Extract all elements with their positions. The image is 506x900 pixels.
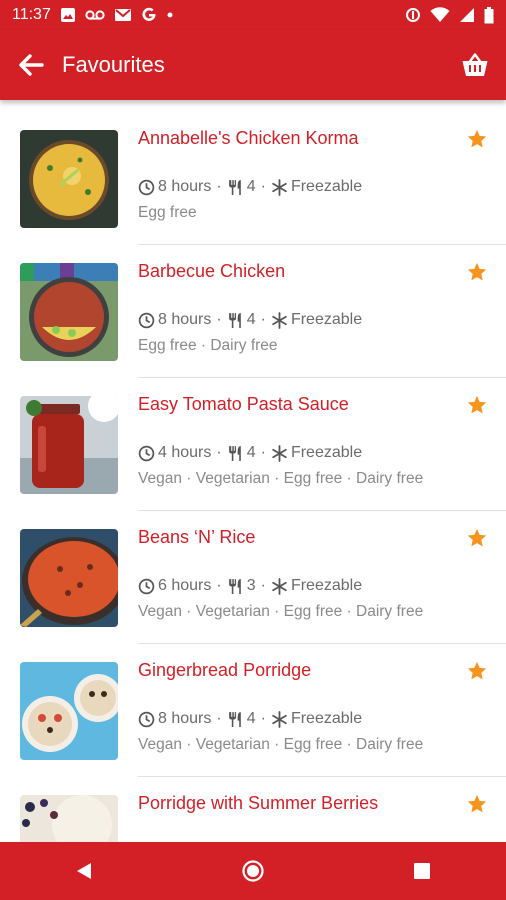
- recipe-item[interactable]: Barbecue Chicken 8 hours · 4 · Freezable…: [0, 245, 506, 378]
- back-triangle-icon: [77, 863, 92, 879]
- diet-tags: Vegan · Vegetarian · Egg free · Dairy fr…: [138, 470, 424, 487]
- serves: 4: [246, 710, 256, 727]
- diet-tags: Egg free · Dairy free: [138, 337, 278, 354]
- meta-separator: ·: [216, 311, 222, 328]
- snowflake-icon: [272, 311, 287, 329]
- recipe-thumbnail: [20, 130, 118, 228]
- freezable-label: Freezable: [290, 311, 363, 328]
- recipe-item[interactable]: Gingerbread Porridge 8 hours · 4 · Freez…: [0, 644, 506, 777]
- diet-tags: Egg free: [138, 204, 197, 221]
- clock-icon: [138, 578, 155, 594]
- recipe-item[interactable]: Easy Tomato Pasta Sauce 4 hours · 4 · Fr…: [0, 378, 506, 511]
- clock-icon: [138, 179, 155, 195]
- recents-square-icon: [413, 863, 430, 879]
- recipe-meta: 8 hours · 4 · Freezable: [138, 178, 362, 196]
- arrow-left-icon: [19, 54, 44, 76]
- google-icon: [142, 7, 156, 21]
- freezable-label: Freezable: [290, 577, 363, 594]
- battery-icon: [484, 6, 494, 23]
- meta-separator: ·: [260, 577, 266, 594]
- status-time: 11:37: [12, 6, 51, 23]
- star-icon[interactable]: [466, 128, 488, 150]
- recipe-thumbnail: [20, 662, 118, 760]
- serves: 4: [246, 178, 256, 195]
- page-title: Favourites: [62, 52, 165, 77]
- recipe-meta: 4 hours · 4 · Freezable: [138, 444, 362, 462]
- snowflake-icon: [272, 710, 287, 728]
- meta-separator: ·: [260, 444, 266, 461]
- cook-time: 4 hours: [158, 444, 212, 461]
- nav-home-button[interactable]: [223, 851, 283, 891]
- home-circle-icon: [242, 860, 264, 882]
- cook-time: 8 hours: [158, 178, 212, 195]
- cook-time: 6 hours: [158, 577, 212, 594]
- meta-separator: ·: [260, 311, 266, 328]
- diet-tags: Vegan · Vegetarian · Egg free · Dairy fr…: [138, 736, 424, 753]
- serves: 4: [246, 311, 256, 328]
- app-bar: Favourites: [0, 30, 506, 100]
- cutlery-icon: [228, 179, 241, 195]
- clock-icon: [138, 445, 155, 461]
- voicemail-icon: [85, 10, 105, 20]
- star-icon[interactable]: [466, 394, 488, 416]
- snowflake-icon: [272, 577, 287, 595]
- recipe-thumbnail: [20, 263, 118, 361]
- meta-separator: ·: [216, 444, 222, 461]
- meta-separator: ·: [260, 710, 266, 727]
- recipe-title[interactable]: Annabelle's Chicken Korma: [138, 128, 359, 149]
- meta-separator: ·: [216, 178, 222, 195]
- recipe-meta: 8 hours · 4 · Freezable: [138, 311, 362, 329]
- basket-icon: [462, 53, 488, 76]
- recipe-title[interactable]: Gingerbread Porridge: [138, 660, 311, 681]
- star-icon[interactable]: [466, 261, 488, 283]
- freezable-label: Freezable: [290, 710, 363, 727]
- freezable-label: Freezable: [290, 444, 363, 461]
- recipe-thumbnail: [20, 529, 118, 627]
- diet-tags: Vegan · Vegetarian · Egg free · Dairy fr…: [138, 603, 424, 620]
- recipe-item[interactable]: Annabelle's Chicken Korma 8 hours · 4 · …: [0, 112, 506, 245]
- cook-time: 8 hours: [158, 710, 212, 727]
- recipe-item[interactable]: Porridge with Summer Berries: [0, 777, 506, 842]
- basket-button[interactable]: [460, 50, 490, 80]
- clock-icon: [138, 312, 155, 328]
- meta-separator: ·: [216, 710, 222, 727]
- star-icon[interactable]: [466, 527, 488, 549]
- nav-back-button[interactable]: [54, 851, 114, 891]
- gmail-icon: [114, 9, 131, 21]
- recipe-meta: 8 hours · 4 · Freezable: [138, 710, 362, 728]
- star-icon[interactable]: [466, 793, 488, 815]
- recipe-thumbnail: [20, 795, 118, 842]
- snowflake-icon: [272, 178, 287, 196]
- snowflake-icon: [272, 444, 287, 462]
- meta-separator: ·: [260, 178, 266, 195]
- recipe-title[interactable]: Porridge with Summer Berries: [138, 793, 378, 814]
- recipe-meta: 6 hours · 3 · Freezable: [138, 577, 362, 595]
- cutlery-icon: [228, 312, 241, 328]
- star-icon[interactable]: [466, 660, 488, 682]
- recipe-item[interactable]: Beans ‘N’ Rice 6 hours · 3 · Freezable V…: [0, 511, 506, 644]
- clock-icon: [138, 711, 155, 727]
- freezable-label: Freezable: [290, 178, 363, 195]
- recipe-thumbnail: [20, 396, 118, 494]
- recipe-title[interactable]: Barbecue Chicken: [138, 261, 285, 282]
- dot-icon: [167, 12, 173, 18]
- recipe-title[interactable]: Beans ‘N’ Rice: [138, 527, 255, 548]
- cook-time: 8 hours: [158, 311, 212, 328]
- image-icon: [60, 8, 75, 22]
- status-bar: 11:37: [0, 0, 506, 30]
- serves: 3: [246, 577, 256, 594]
- data-saver-icon: [406, 8, 420, 22]
- back-button[interactable]: [16, 50, 46, 80]
- meta-separator: ·: [216, 577, 222, 594]
- recipe-title[interactable]: Easy Tomato Pasta Sauce: [138, 394, 349, 415]
- nav-recents-button[interactable]: [392, 851, 452, 891]
- system-nav-bar: [0, 842, 506, 900]
- favourites-list[interactable]: Annabelle's Chicken Korma 8 hours · 4 · …: [0, 112, 506, 842]
- cutlery-icon: [228, 711, 241, 727]
- cutlery-icon: [228, 578, 241, 594]
- signal-icon: [460, 8, 474, 22]
- cutlery-icon: [228, 445, 241, 461]
- wifi-icon: [430, 7, 450, 22]
- serves: 4: [246, 444, 256, 461]
